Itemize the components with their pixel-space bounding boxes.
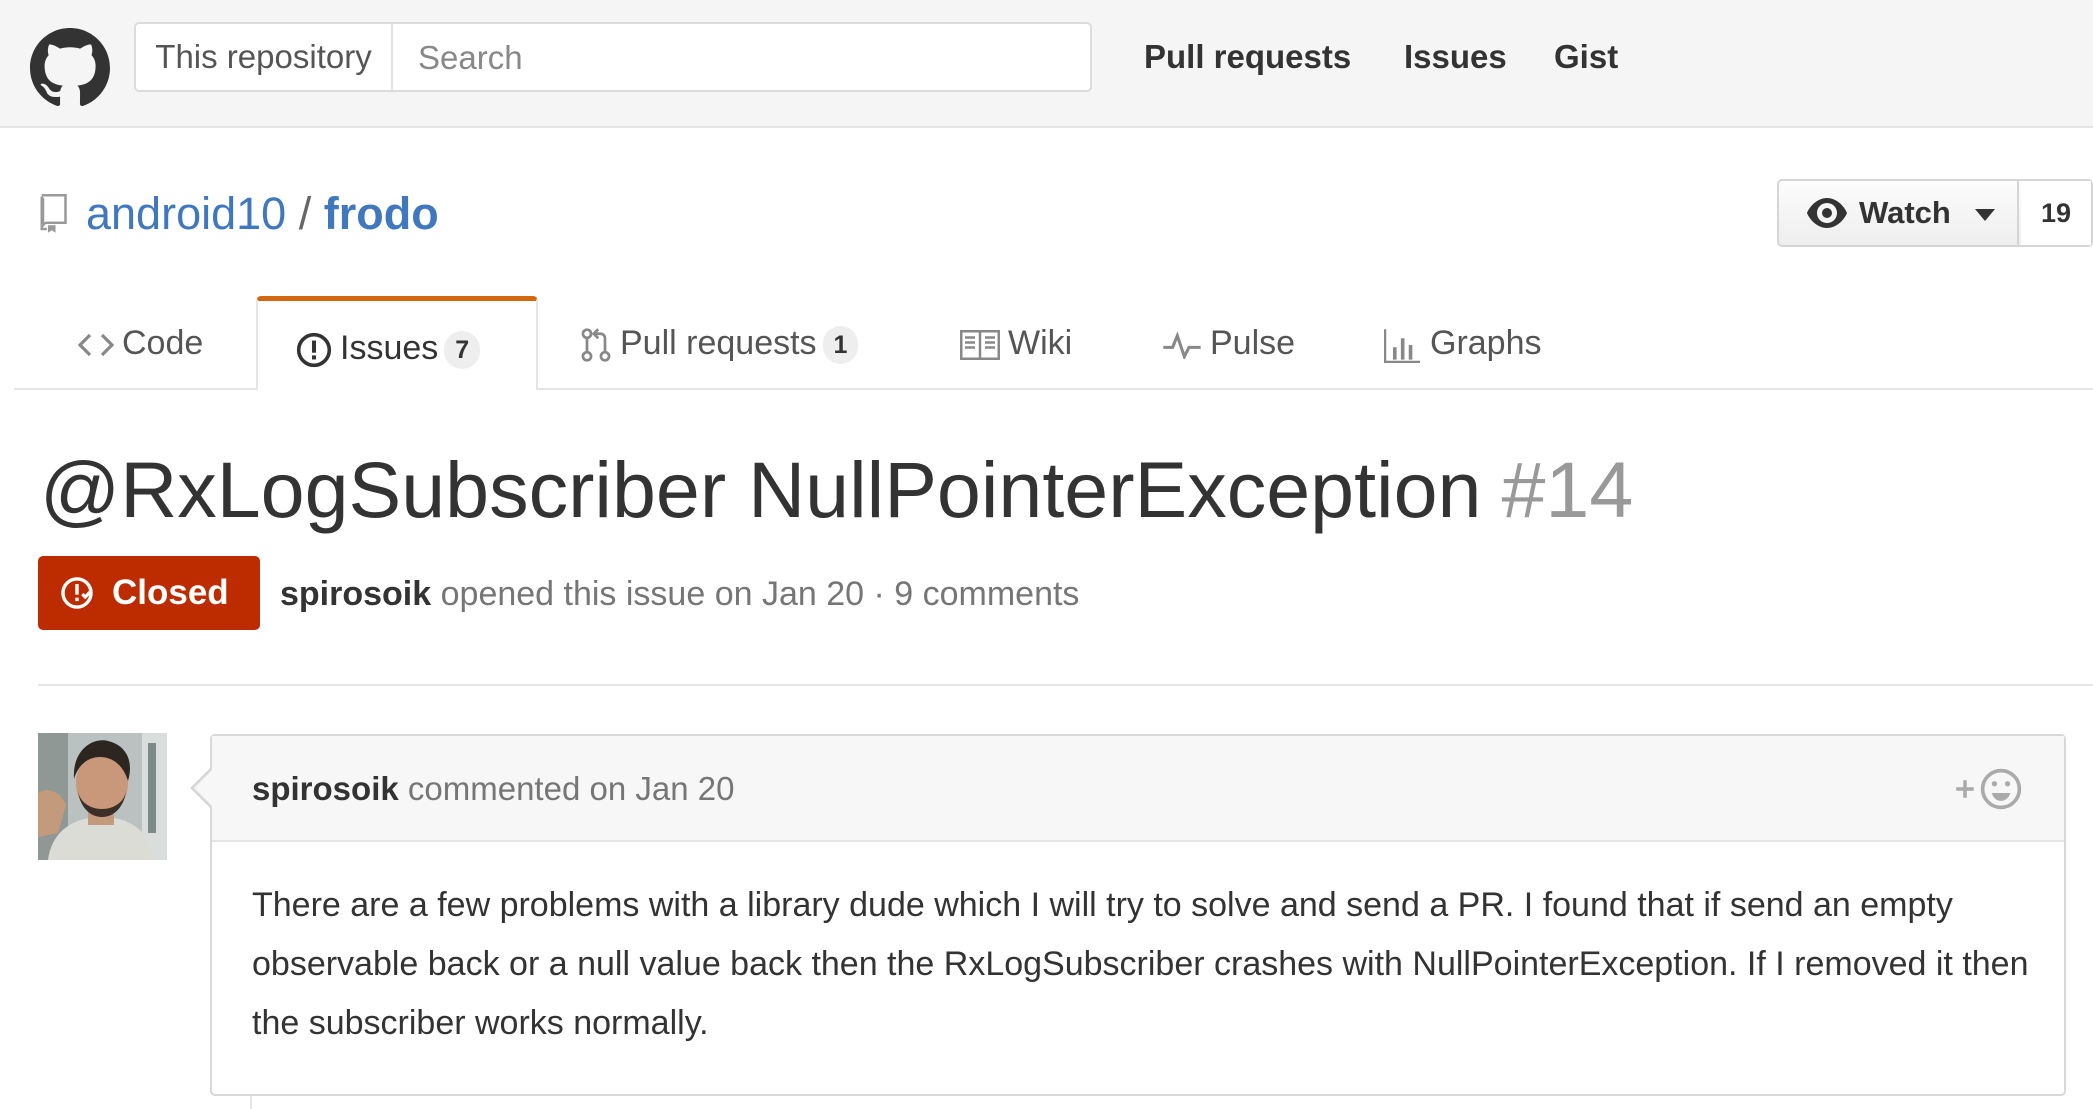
pulse-icon xyxy=(1163,331,1201,360)
repo-title: android10 / frodo xyxy=(86,184,439,244)
issue-meta: spirosoik opened this issue on Jan 20 · … xyxy=(280,566,1079,622)
caret-down-icon xyxy=(1975,209,1995,221)
github-logo-icon[interactable] xyxy=(30,28,110,108)
comment-box: spirosoik commented on Jan 20 +☺ There a… xyxy=(210,734,2066,1096)
tab-code[interactable]: Code xyxy=(78,296,203,390)
book-icon xyxy=(960,330,1000,361)
issue-state-badge: Closed xyxy=(38,556,260,630)
issue-state-label: Closed xyxy=(112,573,229,612)
comment-header: spirosoik commented on Jan 20 +☺ xyxy=(212,736,2064,842)
eye-icon xyxy=(1807,198,1847,228)
repo-separator: / xyxy=(298,188,312,239)
avatar[interactable] xyxy=(38,733,167,860)
site-header: This repository Pull requests Issues Gis… xyxy=(0,0,2093,128)
comment-meta: spirosoik commented on Jan 20 xyxy=(252,762,734,816)
issue-meta-text: opened this issue on Jan 20 · 9 comments xyxy=(440,575,1080,613)
comment-meta-text: commented on Jan 20 xyxy=(407,770,735,807)
repo-owner-link[interactable]: android10 xyxy=(86,188,286,239)
pull-requests-counter: 1 xyxy=(822,326,859,365)
search-input[interactable] xyxy=(416,32,1060,84)
issue-closed-icon xyxy=(61,577,93,609)
tab-code-label: Code xyxy=(122,324,204,362)
nav-issues[interactable]: Issues xyxy=(1404,32,1507,82)
issue-title-text: @RxLogSubscriber NullPointerException xyxy=(40,445,1482,534)
tab-wiki[interactable]: Wiki xyxy=(960,296,1072,390)
issue-title: @RxLogSubscriber NullPointerException #14 xyxy=(40,440,1633,540)
graph-icon xyxy=(1384,329,1420,364)
tab-issues[interactable]: Issues 7 xyxy=(256,296,538,390)
tab-pull-requests-label: Pull requests xyxy=(620,324,817,362)
timeline-line xyxy=(250,1096,252,1109)
nav-gist[interactable]: Gist xyxy=(1554,32,1618,82)
add-reaction-button[interactable]: +☺ xyxy=(1954,754,2034,824)
plus-icon xyxy=(1956,780,1974,798)
tab-pull-requests[interactable]: Pull requests 1 xyxy=(580,296,859,390)
search-scope-label: This repository xyxy=(136,24,393,90)
issue-number: #14 xyxy=(1501,445,1634,534)
comment-body: There are a few problems with a library … xyxy=(252,886,2029,1042)
issue-opened-icon xyxy=(296,332,332,368)
discussion-divider xyxy=(38,684,2093,686)
tab-pulse[interactable]: Pulse xyxy=(1162,296,1295,390)
repo-icon xyxy=(40,194,67,233)
comment-author-link[interactable]: spirosoik xyxy=(252,770,399,807)
tab-pulse-label: Pulse xyxy=(1210,324,1296,362)
tab-graphs[interactable]: Graphs xyxy=(1382,296,1542,390)
nav-pull-requests[interactable]: Pull requests xyxy=(1144,32,1351,82)
pull-request-icon xyxy=(581,328,611,362)
code-icon xyxy=(78,333,114,357)
watch-button[interactable]: Watch xyxy=(1779,181,2019,245)
watch-label: Watch xyxy=(1859,195,1951,230)
comment-arrow-fill xyxy=(194,770,212,806)
tab-issues-label: Issues xyxy=(340,329,439,367)
watch-control: Watch 19 xyxy=(1777,179,2093,247)
watch-count[interactable]: 19 xyxy=(2021,181,2091,245)
issues-counter: 7 xyxy=(444,331,481,370)
search-box[interactable]: This repository xyxy=(134,22,1092,92)
tab-wiki-label: Wiki xyxy=(1008,324,1073,362)
repo-name-link[interactable]: frodo xyxy=(324,188,439,239)
issue-author-link[interactable]: spirosoik xyxy=(280,575,431,613)
smiley-icon xyxy=(1980,768,2022,810)
tab-graphs-label: Graphs xyxy=(1430,324,1542,362)
